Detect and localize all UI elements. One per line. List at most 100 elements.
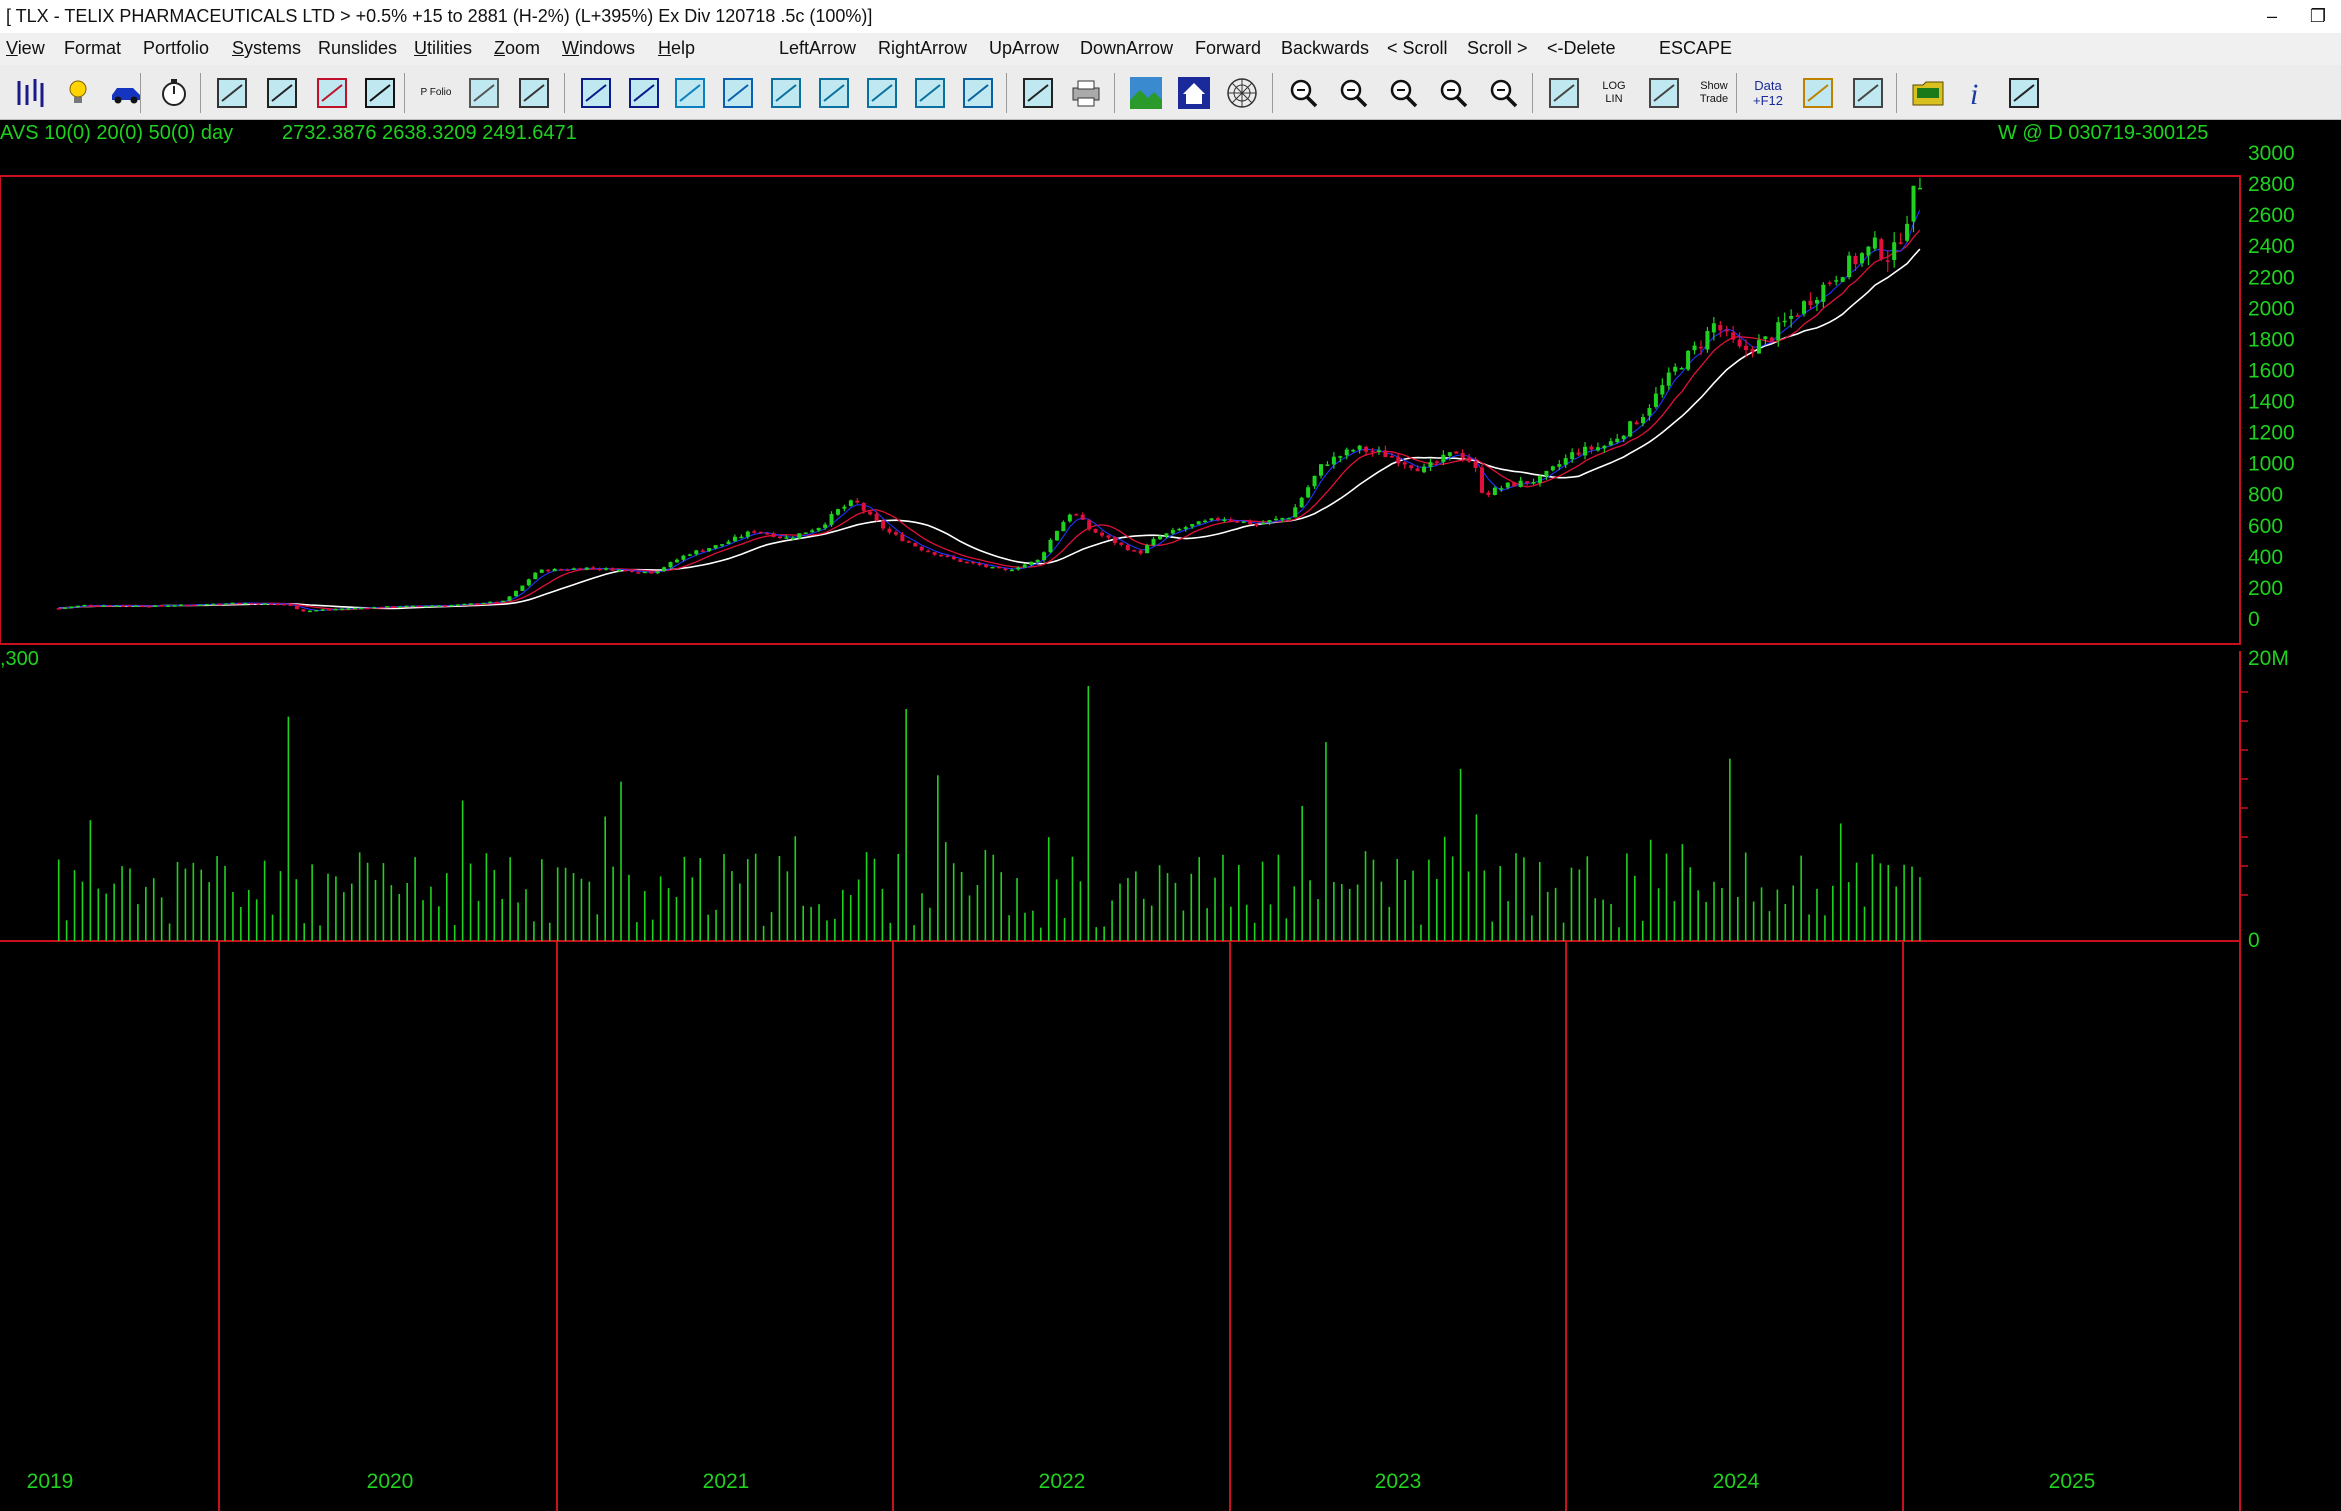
calc-grid-icon[interactable]: [2004, 73, 2044, 113]
menu-windows[interactable]: Windows: [562, 38, 635, 59]
candle-body: [1834, 280, 1839, 282]
minimize-button[interactable]: –: [2249, 0, 2295, 33]
moving-average-10-line: [58, 209, 1921, 611]
scanner-icon[interactable]: [1798, 73, 1838, 113]
data-f12-icon[interactable]: Data +F12: [1748, 73, 1788, 113]
trend-tool-icon[interactable]: [312, 73, 352, 113]
menu-help[interactable]: Help: [658, 38, 695, 59]
maximize-button[interactable]: ❐: [2295, 0, 2341, 33]
chart-check-icon[interactable]: [814, 73, 854, 113]
candle-body: [307, 610, 312, 613]
indicator-1234-icon[interactable]: [212, 73, 252, 113]
candle-body: [1602, 445, 1607, 449]
candle-body: [1061, 522, 1066, 532]
web-icon[interactable]: [1222, 73, 1262, 113]
candle-body: [314, 609, 319, 612]
menu-portfolio[interactable]: Portfolio: [143, 38, 209, 59]
candle-body: [365, 607, 370, 610]
chart-b-icon[interactable]: [862, 73, 902, 113]
menu-format[interactable]: Format: [64, 38, 121, 59]
window-icon[interactable]: [576, 73, 616, 113]
zoom-out-right-icon[interactable]: [1384, 73, 1424, 113]
menu-scroll[interactable]: Scroll >: [1467, 38, 1528, 59]
zoom-out-left-icon[interactable]: [1284, 73, 1324, 113]
weekly-monthly-icon[interactable]: [1544, 73, 1584, 113]
candle-body: [1209, 518, 1214, 521]
menu-utilities[interactable]: Utilities: [414, 38, 472, 59]
menu-rightarrow[interactable]: RightArrow: [878, 38, 967, 59]
candle-body: [1492, 487, 1497, 496]
candle-body: [1653, 393, 1658, 407]
date-range-info: W @ D 030719-300125: [1998, 122, 2208, 144]
candle-body: [95, 605, 100, 607]
menu-leftarrow[interactable]: LeftArrow: [779, 38, 856, 59]
compare-icon[interactable]: [1644, 73, 1684, 113]
show-trade-icon[interactable]: Show Trade: [1694, 73, 1734, 113]
candle-body: [848, 500, 853, 506]
overlay-icon[interactable]: [624, 73, 664, 113]
candle-body: [1215, 518, 1220, 521]
columns-icon[interactable]: [670, 73, 710, 113]
time-tool-icon[interactable]: [514, 73, 554, 113]
folder-icon[interactable]: [1908, 73, 1948, 113]
f12-label: +F12: [1753, 93, 1783, 108]
bars-icon[interactable]: [10, 73, 50, 113]
car-icon[interactable]: [106, 73, 146, 113]
candle-body: [726, 541, 731, 544]
print-icon[interactable]: [1066, 73, 1106, 113]
candle-body: [758, 531, 763, 534]
price-volume-chart[interactable]: AVS 10(0) 20(0) 50(0) day 2732.3876 2638.…: [0, 121, 2341, 1511]
candle-body: [1480, 467, 1485, 493]
chart-link-icon[interactable]: [910, 73, 950, 113]
stopwatch-icon[interactable]: [154, 73, 194, 113]
candle-body: [443, 605, 448, 607]
candle-body: [1325, 464, 1330, 466]
menu-accelerator: V: [6, 38, 18, 58]
candle-body: [359, 607, 364, 610]
portfolio-icon[interactable]: P Folio: [416, 73, 456, 113]
calendar-365-icon[interactable]: [262, 73, 302, 113]
menu-delete[interactable]: <-Delete: [1547, 38, 1616, 59]
grid-lines-icon[interactable]: [958, 73, 998, 113]
menu-view[interactable]: View: [6, 38, 45, 59]
menu-forward[interactable]: Forward: [1195, 38, 1261, 59]
bar-type-icon[interactable]: [360, 73, 400, 113]
info-icon[interactable]: i: [1956, 73, 1996, 113]
lightbulb-icon[interactable]: [58, 73, 98, 113]
rows-icon[interactable]: [718, 73, 758, 113]
landscape-icon[interactable]: [1126, 73, 1166, 113]
candle-body: [539, 569, 544, 573]
menu-scroll[interactable]: < Scroll: [1387, 38, 1448, 59]
house-icon[interactable]: [1174, 73, 1214, 113]
menu-downarrow[interactable]: DownArrow: [1080, 38, 1173, 59]
window-title-bar: [ TLX - TELIX PHARMACEUTICALS LTD > +0.5…: [0, 0, 2341, 33]
candle-body: [417, 605, 422, 608]
export-chart-icon[interactable]: [1018, 73, 1058, 113]
chart-az-icon[interactable]: [766, 73, 806, 113]
price-tick-label: 200: [2248, 577, 2283, 600]
candle-body: [816, 527, 821, 531]
menu-backwards[interactable]: Backwards: [1281, 38, 1369, 59]
candle-body: [166, 605, 171, 608]
menu-escape[interactable]: ESCAPE: [1659, 38, 1732, 59]
candle-body: [1299, 497, 1304, 508]
year-label: 2020: [367, 1470, 414, 1493]
candle-body: [1402, 462, 1407, 465]
calculator-icon[interactable]: [464, 73, 504, 113]
candle-body: [1570, 452, 1575, 460]
candle-body: [533, 572, 538, 580]
zoom-in-left-icon[interactable]: [1434, 73, 1474, 113]
candle-body: [790, 537, 795, 540]
menu-uparrow[interactable]: UpArrow: [989, 38, 1059, 59]
candle-body: [1647, 408, 1652, 416]
menu-zoom[interactable]: Zoom: [494, 38, 540, 59]
zoom-out-icon[interactable]: [1334, 73, 1374, 113]
log-lin-icon[interactable]: LOG LIN: [1594, 73, 1634, 113]
notes-icon[interactable]: [1848, 73, 1888, 113]
menu-systems[interactable]: Systems: [232, 38, 301, 59]
zoom-in-right-icon[interactable]: [1484, 73, 1524, 113]
candle-body: [1138, 550, 1143, 554]
candle-body: [842, 506, 847, 509]
candle-body: [1821, 284, 1826, 302]
menu-runslides[interactable]: Runslides: [318, 38, 397, 59]
